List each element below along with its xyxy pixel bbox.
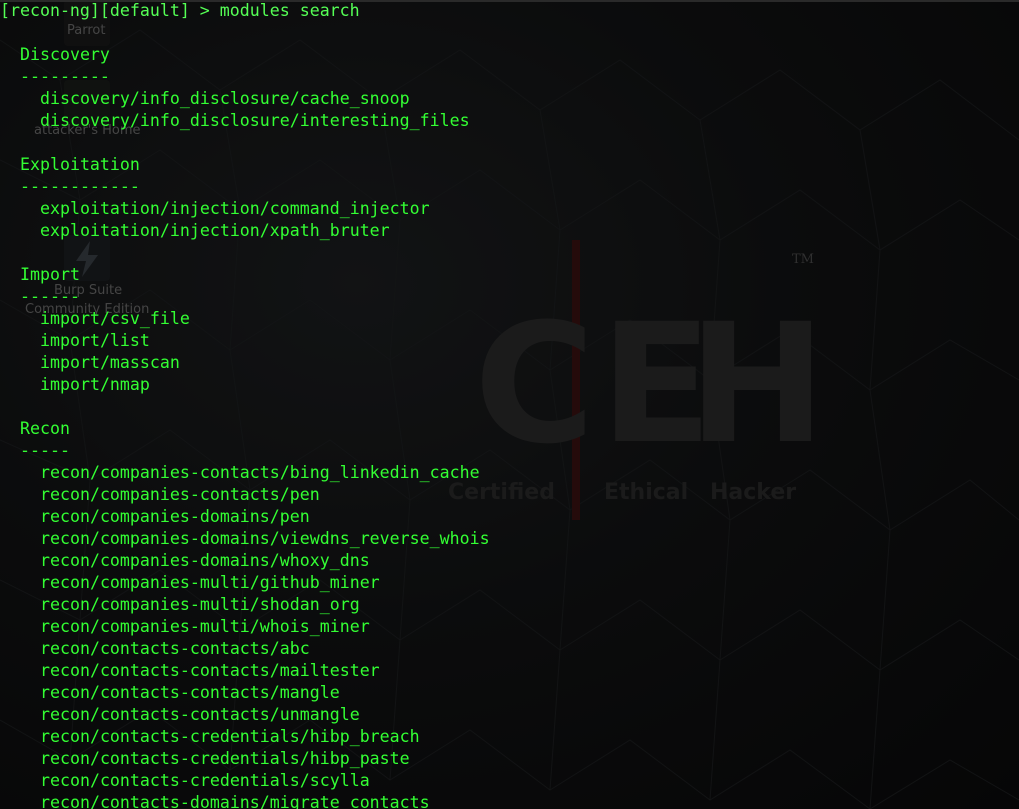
module-path: recon/companies-contacts/bing_linkedin_c… <box>40 463 480 482</box>
module-path: recon/contacts-contacts/mailtester <box>40 661 380 680</box>
module-path: discovery/info_disclosure/interesting_fi… <box>40 111 470 130</box>
module-path: recon/contacts-credentials/hibp_breach <box>40 727 420 746</box>
module-path: recon/companies-multi/github_miner <box>40 573 380 592</box>
section-heading: Discovery <box>20 45 110 64</box>
module-path: recon/companies-domains/pen <box>40 507 310 526</box>
section-rule: ------ <box>20 287 80 306</box>
module-path: recon/contacts-contacts/unmangle <box>40 705 360 724</box>
module-path: recon/contacts-contacts/abc <box>40 639 310 658</box>
module-path: import/masscan <box>40 353 180 372</box>
module-path: recon/contacts-credentials/hibp_paste <box>40 749 410 768</box>
module-path: recon/companies-domains/viewdns_reverse_… <box>40 529 490 548</box>
section-heading: Recon <box>20 419 70 438</box>
module-path: discovery/info_disclosure/cache_snoop <box>40 89 410 108</box>
section-rule: ------------ <box>20 177 140 196</box>
section-rule: ----- <box>20 441 70 460</box>
module-path: recon/companies-contacts/pen <box>40 485 320 504</box>
module-path: import/list <box>40 331 150 350</box>
terminal-prompt: [recon-ng][default] > modules search <box>0 1 360 20</box>
module-path: recon/companies-multi/shodan_org <box>40 595 360 614</box>
section-heading: Exploitation <box>20 155 140 174</box>
module-path: recon/companies-multi/whois_miner <box>40 617 370 636</box>
module-path: recon/companies-domains/whoxy_dns <box>40 551 370 570</box>
module-path: import/csv_file <box>40 309 190 328</box>
module-path: exploitation/injection/command_injector <box>40 199 430 218</box>
module-path: import/nmap <box>40 375 150 394</box>
section-heading: Import <box>20 265 80 284</box>
module-path: recon/contacts-domains/migrate_contacts <box>40 793 430 809</box>
module-path: exploitation/injection/xpath_bruter <box>40 221 390 240</box>
terminal-window[interactable]: [recon-ng][default] > modules search Dis… <box>0 0 1019 809</box>
section-rule: --------- <box>20 67 110 86</box>
module-path: recon/contacts-contacts/mangle <box>40 683 340 702</box>
module-path: recon/contacts-credentials/scylla <box>40 771 370 790</box>
